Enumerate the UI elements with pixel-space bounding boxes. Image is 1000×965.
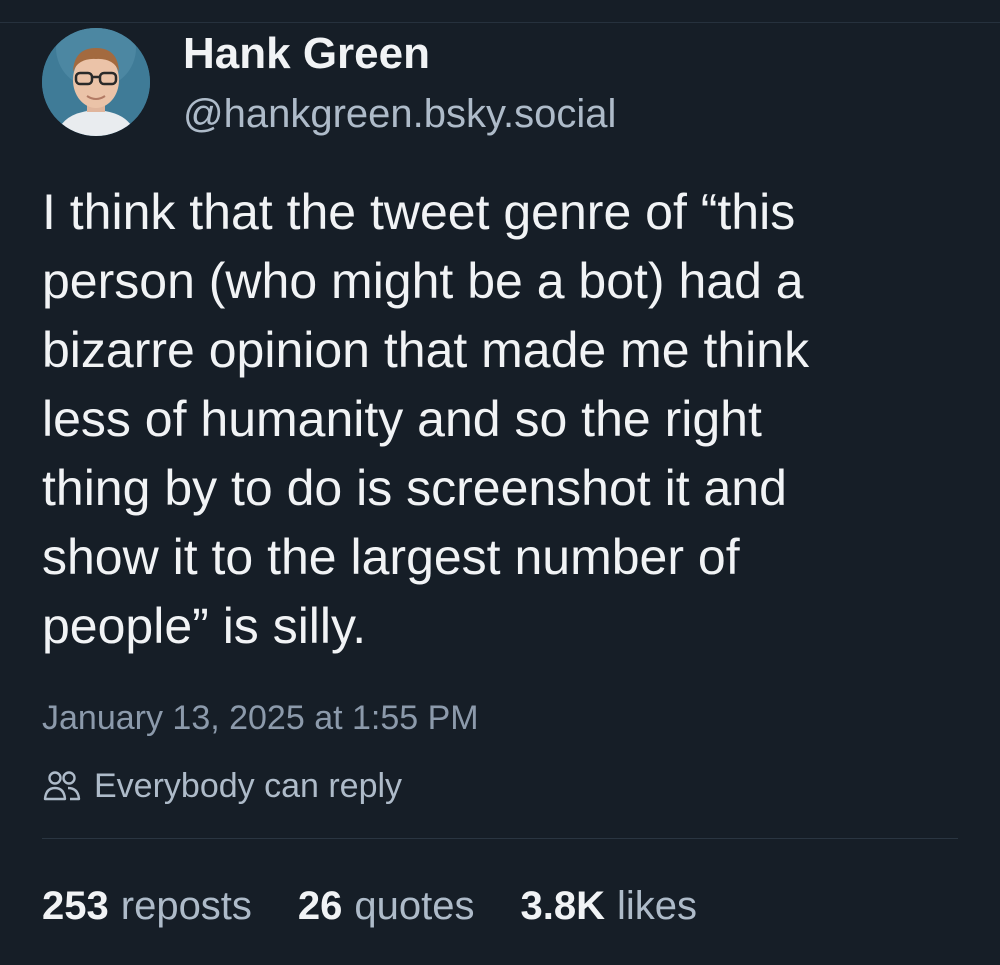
reposts-label: reposts xyxy=(120,884,252,928)
author-handle[interactable]: @hankgreen.bsky.social xyxy=(183,92,616,136)
reposts-stat[interactable]: 253 reposts xyxy=(42,884,252,929)
post-card: Hank Green @hankgreen.bsky.social I thin… xyxy=(0,0,1000,965)
people-icon xyxy=(42,766,82,806)
quotes-label: quotes xyxy=(354,884,475,928)
post-text-line: I think that the tweet genre of “this xyxy=(42,184,796,240)
avatar[interactable] xyxy=(42,28,150,136)
reply-setting: Everybody can reply xyxy=(42,766,402,806)
stats-divider xyxy=(42,838,958,839)
likes-stat[interactable]: 3.8K likes xyxy=(521,884,698,929)
post-text-line: thing by to do is screenshot it and xyxy=(42,460,787,516)
post-text-line: less of humanity and so the right xyxy=(42,391,762,447)
author-display-name[interactable]: Hank Green xyxy=(183,30,430,78)
quotes-count: 26 xyxy=(297,884,343,928)
post-text-line: people” is silly. xyxy=(42,598,367,654)
avatar-image xyxy=(42,28,150,136)
post-timestamp: January 13, 2025 at 1:55 PM xyxy=(42,699,479,737)
reposts-count: 253 xyxy=(42,884,109,928)
post-text: I think that the tweet genre of “this pe… xyxy=(42,178,962,661)
post-text-line: show it to the largest number of xyxy=(42,529,740,585)
reply-setting-label: Everybody can reply xyxy=(94,766,403,805)
likes-count: 3.8K xyxy=(520,884,606,928)
post-text-line: bizarre opinion that made me think xyxy=(42,322,810,378)
quotes-stat[interactable]: 26 quotes xyxy=(298,884,475,929)
top-divider xyxy=(0,22,1000,23)
engagement-stats: 253 reposts 26 quotes 3.8K likes xyxy=(42,884,743,930)
likes-label: likes xyxy=(617,884,698,928)
post-text-line: person (who might be a bot) had a xyxy=(42,253,804,309)
